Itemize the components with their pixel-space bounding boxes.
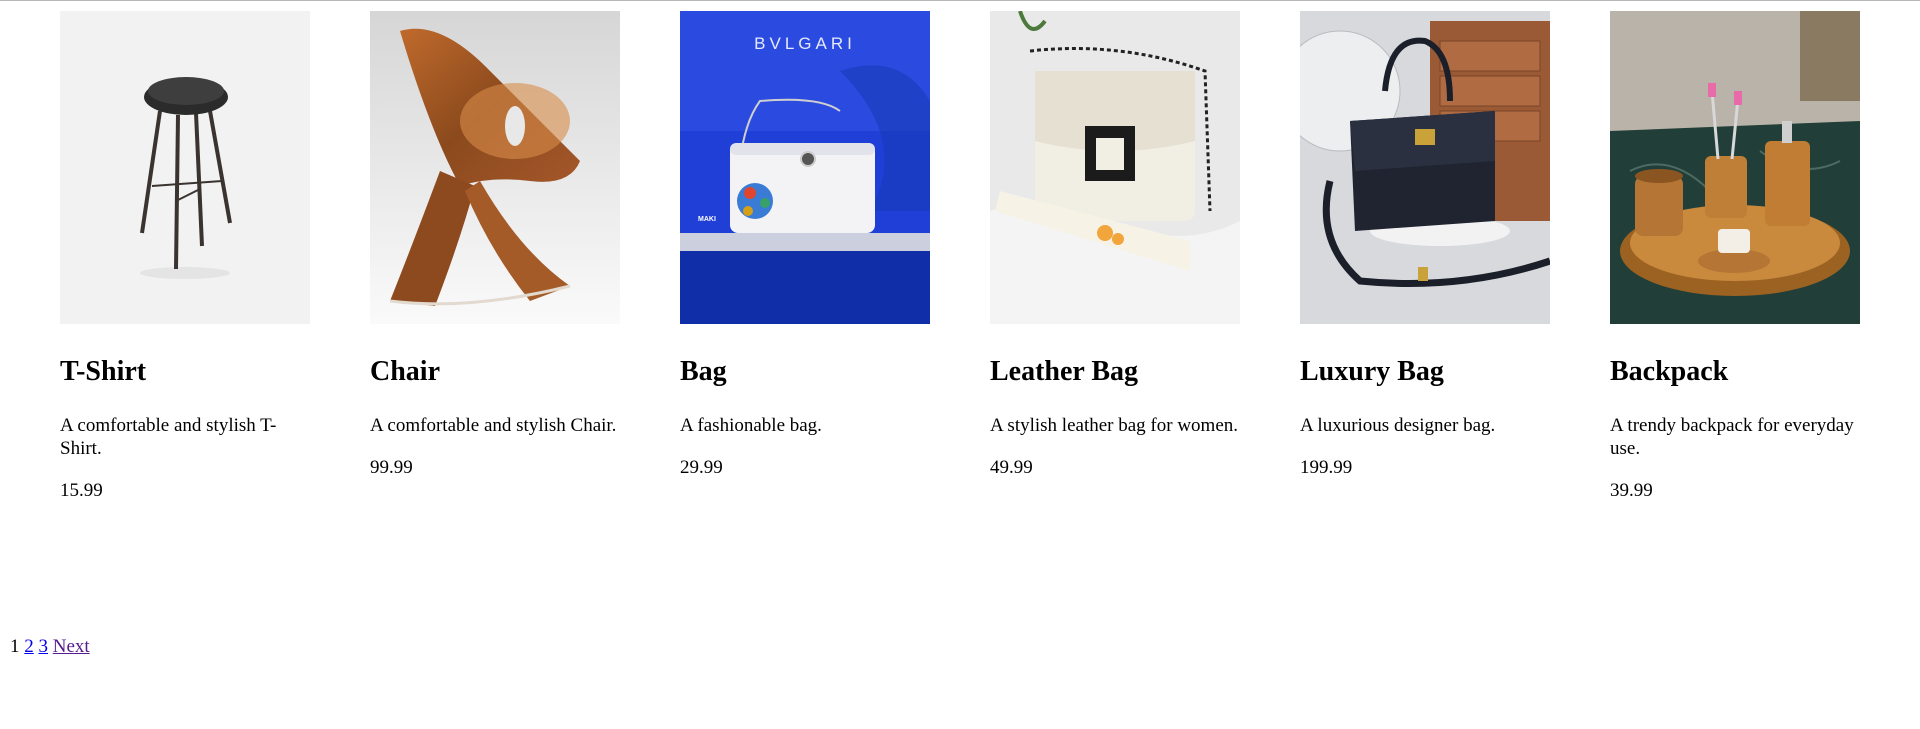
product-price: 99.99	[370, 457, 413, 478]
pagination-page-3[interactable]: 3	[39, 636, 49, 657]
pagination-page-2[interactable]: 2	[24, 636, 34, 657]
pagination-current: 1	[10, 636, 20, 657]
product-title: T-Shirt	[60, 356, 147, 387]
product-price: 39.99	[1610, 480, 1653, 501]
product-image[interactable]	[370, 11, 620, 324]
product-card: Chair A comfortable and stylish Chair. 9…	[370, 11, 620, 502]
quilted-bag-icon	[990, 11, 1240, 324]
product-image[interactable]	[1610, 11, 1860, 324]
product-description: A comfortable and stylish Chair.	[370, 415, 617, 436]
product-image[interactable]	[1300, 11, 1550, 324]
wooden-chair-icon	[370, 11, 620, 324]
white-handbag-icon: BVLGARI MAKI	[680, 11, 930, 324]
product-price: 15.99	[60, 480, 103, 501]
product-title: Luxury Bag	[1300, 356, 1444, 387]
product-price: 49.99	[990, 457, 1033, 478]
pagination-next[interactable]: Next	[53, 636, 90, 657]
product-title: Bag	[680, 356, 727, 387]
bathroom-set-icon	[1610, 11, 1860, 324]
product-description: A fashionable bag.	[680, 415, 822, 436]
bag-brand-text: BVLGARI	[754, 34, 856, 53]
product-description: A trendy backpack for everyday use.	[1610, 415, 1854, 459]
product-card: Backpack A trendy backpack for everyday …	[1610, 11, 1860, 502]
bag-small-text: MAKI	[698, 216, 716, 223]
product-description: A luxurious designer bag.	[1300, 415, 1496, 436]
product-card: T-Shirt A comfortable and stylish T-Shir…	[60, 11, 310, 502]
product-card: BVLGARI MAKI Bag A fashionable bag. 29.9…	[680, 11, 930, 502]
product-image[interactable]	[990, 11, 1240, 324]
pagination: 1 2 3 Next	[10, 635, 90, 658]
product-grid: T-Shirt A comfortable and stylish T-Shir…	[60, 11, 1860, 502]
product-title: Leather Bag	[990, 356, 1139, 387]
product-title: Backpack	[1610, 356, 1729, 387]
bar-stool-icon	[60, 11, 310, 324]
product-title: Chair	[370, 356, 440, 387]
product-price: 29.99	[680, 457, 723, 478]
product-description: A stylish leather bag for women.	[990, 415, 1239, 436]
product-image[interactable]: BVLGARI MAKI	[680, 11, 930, 324]
top-divider	[0, 0, 1920, 1]
product-price: 199.99	[1300, 457, 1353, 478]
product-card: Leather Bag A stylish leather bag for wo…	[990, 11, 1240, 502]
product-image[interactable]	[60, 11, 310, 324]
black-handbag-icon	[1300, 11, 1550, 324]
product-card: Luxury Bag A luxurious designer bag. 199…	[1300, 11, 1550, 502]
product-description: A comfortable and stylish T-Shirt.	[60, 415, 277, 459]
